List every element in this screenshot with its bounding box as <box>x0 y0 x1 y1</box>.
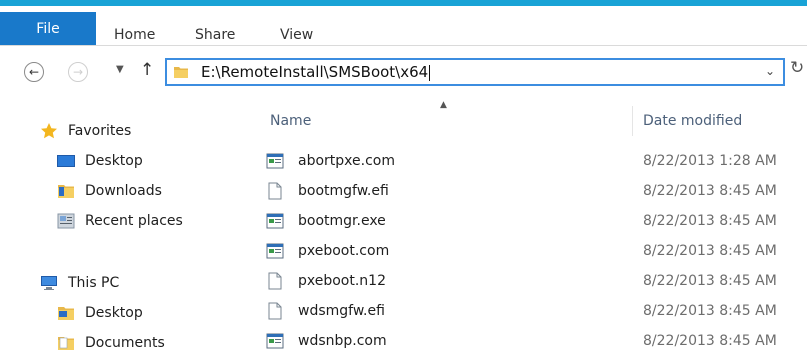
refresh-icon[interactable]: ↻ <box>790 58 804 78</box>
tab-share[interactable]: Share <box>195 24 235 46</box>
folder-icon <box>174 67 188 78</box>
desktop-folder-icon <box>58 307 74 320</box>
column-divider[interactable] <box>632 106 633 136</box>
address-path: E:\RemoteInstall\SMSBoot\x64 <box>201 63 431 81</box>
address-toolbar: ← → ▼ ↑ E:\RemoteInstall\SMSBoot\x64 ⌄ <box>0 46 807 98</box>
application-icon <box>266 333 284 349</box>
file-row[interactable]: bootmgfw.efi 8/22/2013 8:45 AM <box>240 176 807 206</box>
file-row[interactable]: bootmgr.exe 8/22/2013 8:45 AM <box>240 206 807 236</box>
file-row[interactable]: pxeboot.n12 8/22/2013 8:45 AM <box>240 266 807 296</box>
forward-arrow-icon[interactable]: → <box>68 62 88 82</box>
file-icon <box>268 272 282 290</box>
sort-ascending-icon: ▲ <box>440 100 447 110</box>
chevron-down-icon[interactable]: ▼ <box>116 64 124 75</box>
file-row[interactable]: wdsnbp.com 8/22/2013 8:45 AM <box>240 326 807 356</box>
file-row[interactable]: abortpxe.com 8/22/2013 1:28 AM <box>240 146 807 176</box>
application-icon <box>266 153 284 169</box>
downloads-folder-icon <box>58 185 74 198</box>
star-icon <box>41 123 57 139</box>
tab-view[interactable]: View <box>280 24 313 46</box>
application-icon <box>266 213 284 229</box>
computer-icon <box>41 276 57 290</box>
file-list: ▲ Name Date modified abortpxe.com 8/22/2… <box>240 98 807 354</box>
file-row[interactable]: pxeboot.com 8/22/2013 8:45 AM <box>240 236 807 266</box>
column-name[interactable]: Name <box>270 110 311 132</box>
file-icon <box>268 302 282 320</box>
desktop-icon <box>57 155 75 167</box>
column-date-modified[interactable]: Date modified <box>643 110 742 132</box>
application-icon <box>266 243 284 259</box>
address-dropdown-icon[interactable]: ⌄ <box>765 64 775 78</box>
navigation-pane: Favorites Desktop Downloads Recent place… <box>0 98 240 354</box>
column-header: ▲ Name Date modified <box>240 98 807 142</box>
documents-folder-icon <box>58 337 74 350</box>
ribbon: File Home Share View <box>0 0 807 52</box>
back-arrow-icon[interactable]: ← <box>24 62 44 82</box>
address-input[interactable]: E:\RemoteInstall\SMSBoot\x64 ⌄ <box>165 58 785 86</box>
recent-places-icon <box>57 213 75 229</box>
up-arrow-icon[interactable]: ↑ <box>140 60 154 80</box>
file-row[interactable]: wdsmgfw.efi 8/22/2013 8:45 AM <box>240 296 807 326</box>
file-icon <box>268 182 282 200</box>
tab-home[interactable]: Home <box>114 24 155 46</box>
